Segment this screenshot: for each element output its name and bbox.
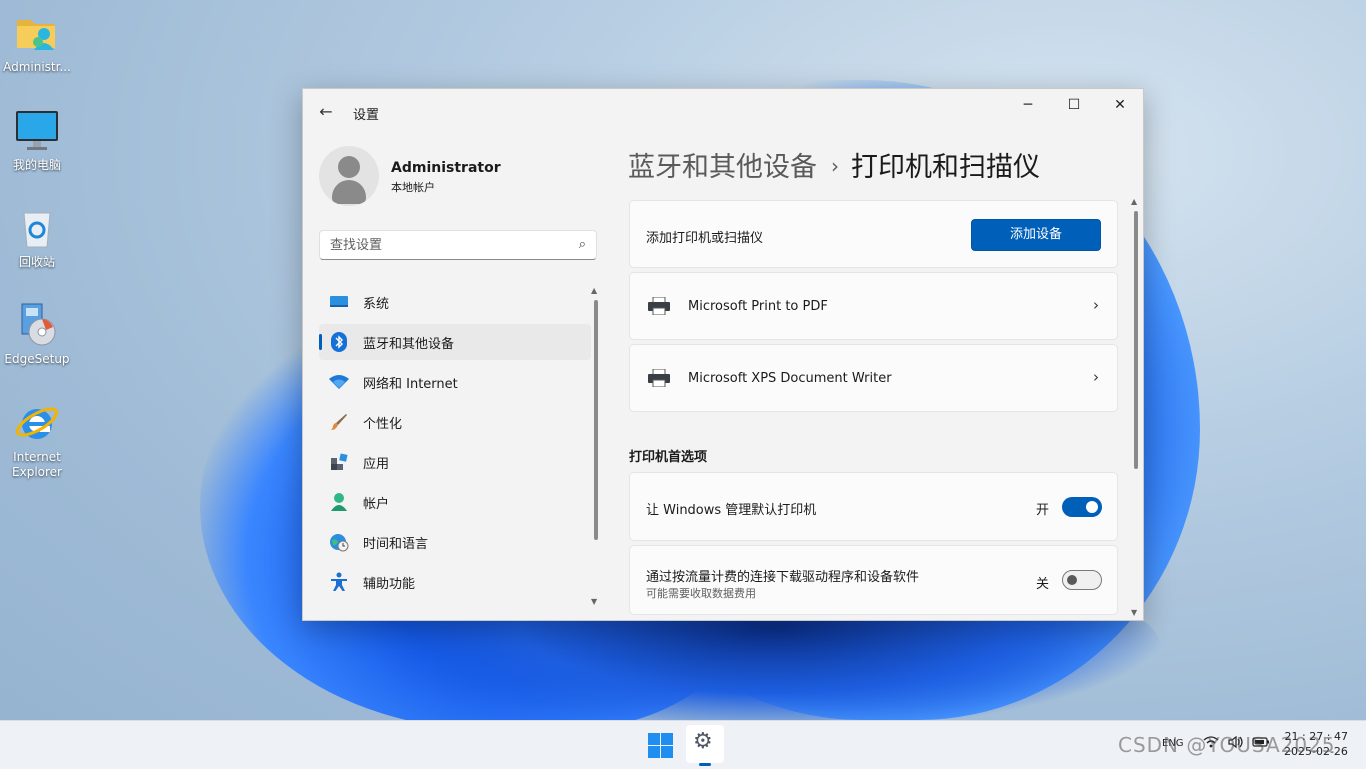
globe-clock-icon	[329, 532, 349, 552]
setting-description: 可能需要收取数据费用	[646, 587, 756, 600]
breadcrumb: 蓝牙和其他设备 › 打印机和扫描仪	[628, 145, 1040, 184]
sidebar-item-apps[interactable]: 应用	[319, 444, 591, 480]
scrollbar-thumb[interactable]	[594, 300, 598, 540]
sidebar-item-label: 蓝牙和其他设备	[363, 336, 455, 352]
scroll-down-icon[interactable]: ▼	[591, 597, 597, 606]
desktop-icon-edgesetup[interactable]: EdgeSetup	[2, 302, 72, 367]
desktop-icon-label: Internet Explorer	[12, 450, 62, 479]
wifi-icon	[329, 372, 349, 392]
scroll-up-icon[interactable]: ▲	[1131, 197, 1137, 206]
page-title: 打印机和扫描仪	[851, 152, 1040, 183]
printer-preferences-heading: 打印机首选项	[629, 450, 708, 465]
printer-name: Microsoft Print to PDF	[688, 299, 828, 314]
sidebar-item-label: 时间和语言	[363, 536, 429, 552]
sidebar-item-bluetooth[interactable]: 蓝牙和其他设备	[319, 324, 591, 360]
sidebar-item-label: 网络和 Internet	[363, 376, 458, 392]
system-icon	[329, 292, 349, 312]
back-button[interactable]: ←	[315, 101, 337, 123]
setting-metered-download: 通过按流量计费的连接下载驱动程序和设备软件 可能需要收取数据费用 关	[629, 545, 1118, 615]
sidebar-item-network[interactable]: 网络和 Internet	[319, 364, 591, 400]
start-button[interactable]	[646, 731, 674, 759]
avatar	[319, 146, 379, 206]
desktop-icon-label: EdgeSetup	[4, 352, 70, 366]
app-title: 设置	[353, 108, 380, 123]
active-app-indicator	[699, 763, 711, 766]
user-name: Administrator	[391, 160, 501, 176]
metered-download-toggle[interactable]	[1062, 570, 1102, 590]
watermark: CSDN @YOUSA2025	[1118, 733, 1336, 757]
sidebar-item-personalization[interactable]: 个性化	[319, 404, 591, 440]
sidebar-item-accounts[interactable]: 帐户	[319, 484, 591, 520]
sidebar-scrollbar[interactable]: ▲ ▼	[591, 286, 599, 606]
back-arrow-icon: ←	[319, 102, 333, 121]
desktop-icon-label: Administr...	[3, 60, 71, 74]
chevron-right-icon: ›	[1093, 368, 1099, 386]
toggle-knob	[1086, 501, 1098, 513]
desktop-icon-internet-explorer[interactable]: Internet Explorer	[2, 400, 72, 480]
setting-label: 通过按流量计费的连接下载驱动程序和设备软件	[646, 570, 920, 585]
search-icon: ⌕	[578, 237, 586, 252]
desktop-icon-recycle-bin[interactable]: 回收站	[2, 205, 72, 270]
avatar-head	[338, 156, 360, 178]
search-box[interactable]: ⌕	[319, 230, 597, 260]
title-bar[interactable]: ← 设置 ─ ☐ ✕	[303, 89, 1143, 135]
add-printer-card: 添加打印机或扫描仪 添加设备	[629, 200, 1118, 268]
bluetooth-icon	[329, 332, 349, 352]
desktop-icon-my-computer[interactable]: 我的电脑	[2, 108, 72, 173]
account-type: 本地帐户	[391, 181, 435, 194]
settings-window: ← 设置 ─ ☐ ✕ Administrator 本地帐户 ⌕ 系统 蓝牙和其他…	[302, 88, 1144, 621]
toggle-state-text: 关	[1036, 577, 1050, 592]
maximize-button[interactable]: ☐	[1051, 89, 1097, 121]
sidebar-item-label: 个性化	[363, 416, 403, 432]
breadcrumb-parent[interactable]: 蓝牙和其他设备	[628, 152, 817, 183]
accessibility-icon	[329, 572, 349, 592]
user-folder-icon	[14, 10, 60, 56]
sidebar-item-system[interactable]: 系统	[319, 284, 591, 320]
installer-disc-icon	[14, 302, 60, 348]
setting-default-printer: 让 Windows 管理默认打印机 开	[629, 472, 1118, 541]
scrollbar-thumb[interactable]	[1134, 211, 1138, 469]
sidebar-item-label: 帐户	[363, 496, 390, 512]
toggle-knob	[1067, 575, 1077, 585]
sidebar-item-accessibility[interactable]: 辅助功能	[319, 564, 591, 600]
sidebar-item-label: 系统	[363, 296, 390, 312]
printer-icon	[648, 296, 670, 316]
default-printer-toggle[interactable]	[1062, 497, 1102, 517]
printer-name: Microsoft XPS Document Writer	[688, 371, 892, 386]
scroll-down-icon[interactable]: ▼	[1131, 608, 1137, 617]
gear-icon: ⚙	[693, 729, 713, 754]
minimize-button[interactable]: ─	[1005, 89, 1051, 121]
sidebar-item-label: 辅助功能	[363, 576, 416, 592]
account-icon	[329, 492, 349, 512]
toggle-state-text: 开	[1036, 503, 1050, 518]
printer-item[interactable]: Microsoft Print to PDF ›	[629, 272, 1118, 340]
desktop-icon-label: 回收站	[18, 255, 55, 269]
add-device-button[interactable]: 添加设备	[971, 219, 1101, 251]
brush-icon	[329, 412, 349, 432]
sidebar-nav: 系统 蓝牙和其他设备 网络和 Internet 个性化 应用 帐户 时间和语言 …	[319, 284, 591, 604]
sidebar-item-label: 应用	[363, 456, 390, 472]
apps-icon	[329, 452, 349, 472]
printer-icon	[648, 368, 670, 388]
content-scrollbar[interactable]: ▲ ▼	[1131, 197, 1139, 617]
recycle-bin-icon	[14, 205, 60, 251]
internet-explorer-icon	[14, 400, 60, 446]
chevron-right-icon: ›	[1093, 296, 1099, 314]
add-printer-label: 添加打印机或扫描仪	[646, 231, 764, 246]
desktop-icon-label: 我的电脑	[12, 158, 61, 172]
avatar-body	[332, 180, 366, 204]
scroll-up-icon[interactable]: ▲	[591, 286, 597, 295]
taskbar-settings-app[interactable]: ⚙	[686, 725, 724, 766]
search-input[interactable]	[320, 231, 570, 259]
close-button[interactable]: ✕	[1097, 89, 1143, 121]
printer-item[interactable]: Microsoft XPS Document Writer ›	[629, 344, 1118, 412]
chevron-right-icon: ›	[831, 154, 839, 178]
setting-label: 让 Windows 管理默认打印机	[646, 503, 817, 518]
desktop-icon-administrator[interactable]: Administr...	[2, 10, 72, 75]
monitor-icon	[14, 108, 60, 154]
sidebar-item-time-language[interactable]: 时间和语言	[319, 524, 591, 560]
